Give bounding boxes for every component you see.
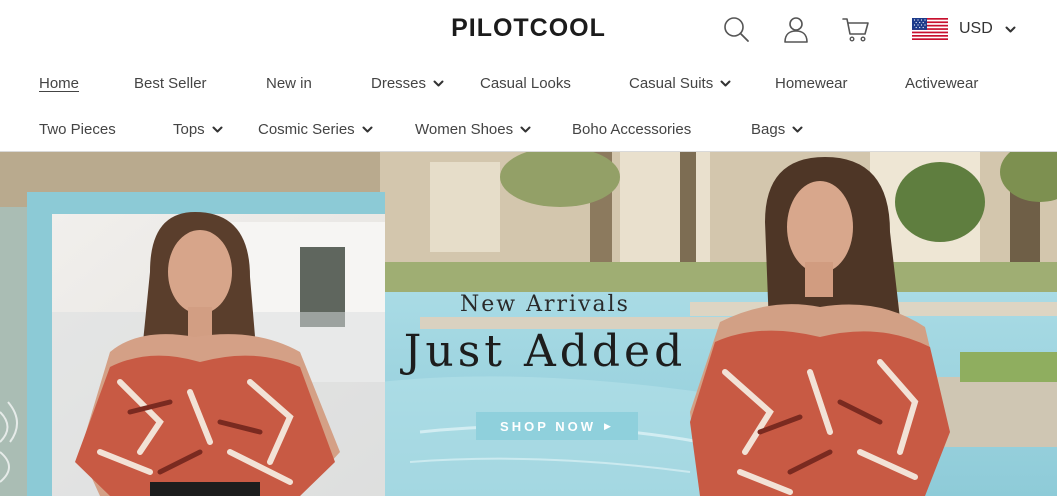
nav-item-label: Casual Looks bbox=[480, 74, 571, 92]
nav-item-homewear[interactable]: Homewear bbox=[775, 63, 848, 103]
nav-item-label: Best Seller bbox=[134, 74, 207, 92]
main-nav-row-1: Home Best Seller New in Dresses Casual L… bbox=[0, 63, 1057, 103]
nav-item-label: Home bbox=[39, 74, 80, 92]
user-icon bbox=[784, 17, 808, 43]
account-button[interactable] bbox=[781, 14, 811, 44]
chevron-down-icon bbox=[212, 126, 223, 132]
chevron-down-icon bbox=[792, 126, 803, 132]
nav-item-new-in[interactable]: New in bbox=[266, 63, 312, 103]
logo: PILOTCOOL bbox=[0, 14, 1057, 43]
nav-item-tops[interactable]: Tops bbox=[173, 109, 223, 149]
nav-item-label: New in bbox=[266, 74, 312, 92]
hero-title: Just Added bbox=[403, 326, 687, 377]
nav-item-label: Activewear bbox=[905, 74, 979, 92]
chevron-down-icon bbox=[1005, 26, 1016, 32]
nav-item-boho-accessories[interactable]: Boho Accessories bbox=[572, 109, 691, 149]
chevron-down-icon bbox=[433, 80, 444, 86]
nav-item-activewear[interactable]: Activewear bbox=[905, 63, 978, 103]
nav-item-label: Dresses bbox=[371, 74, 427, 92]
main-nav-row-2: Two Pieces Tops Cosmic Series Women Shoe… bbox=[0, 109, 1057, 149]
nav-item-label: Homewear bbox=[775, 74, 848, 92]
nav-item-label: Two Pieces bbox=[39, 120, 116, 138]
shop-now-button[interactable]: SHOP NOW ▶ bbox=[476, 412, 638, 440]
nav-item-home[interactable]: Home bbox=[39, 63, 79, 103]
cart-button[interactable] bbox=[841, 14, 871, 44]
chevron-down-icon bbox=[520, 126, 531, 132]
nav-item-label: Casual Suits bbox=[629, 74, 714, 92]
search-icon bbox=[724, 17, 749, 42]
nav-item-women-shoes[interactable]: Women Shoes bbox=[415, 109, 531, 149]
cart-icon bbox=[842, 18, 869, 42]
nav-item-casual-suits[interactable]: Casual Suits bbox=[629, 63, 731, 103]
hero-subtitle: New Arrivals bbox=[460, 292, 630, 317]
nav-item-best-seller[interactable]: Best Seller bbox=[134, 63, 207, 103]
currency-selector[interactable]: USD bbox=[912, 17, 1016, 41]
chevron-down-icon bbox=[362, 126, 373, 132]
nav-item-label: Bags bbox=[751, 120, 786, 138]
nav-item-label: Women Shoes bbox=[415, 120, 514, 138]
nav-item-casual-looks[interactable]: Casual Looks bbox=[480, 63, 571, 103]
nav-item-cosmic-series[interactable]: Cosmic Series bbox=[258, 109, 373, 149]
search-button[interactable] bbox=[721, 14, 751, 44]
chevron-down-icon bbox=[720, 80, 731, 86]
nav-item-bags[interactable]: Bags bbox=[751, 109, 803, 149]
hero-banner[interactable]: New Arrivals Just Added SHOP NOW ▶ bbox=[0, 152, 1057, 496]
logo-text[interactable]: PILOTCOOL bbox=[451, 14, 606, 42]
play-icon: ▶ bbox=[604, 420, 614, 431]
nav-item-dresses[interactable]: Dresses bbox=[371, 63, 444, 103]
currency-code: USD bbox=[959, 20, 993, 37]
nav-item-label: Boho Accessories bbox=[572, 120, 692, 138]
us-flag-icon bbox=[912, 18, 948, 40]
hero-background-image bbox=[0, 152, 1057, 496]
site-header: PILOTCOOL USD bbox=[0, 0, 1057, 60]
shop-now-label: SHOP NOW bbox=[500, 418, 597, 434]
nav-item-label: Tops bbox=[173, 120, 205, 138]
nav-item-two-pieces[interactable]: Two Pieces bbox=[39, 109, 116, 149]
nav-item-label: Cosmic Series bbox=[258, 120, 355, 138]
